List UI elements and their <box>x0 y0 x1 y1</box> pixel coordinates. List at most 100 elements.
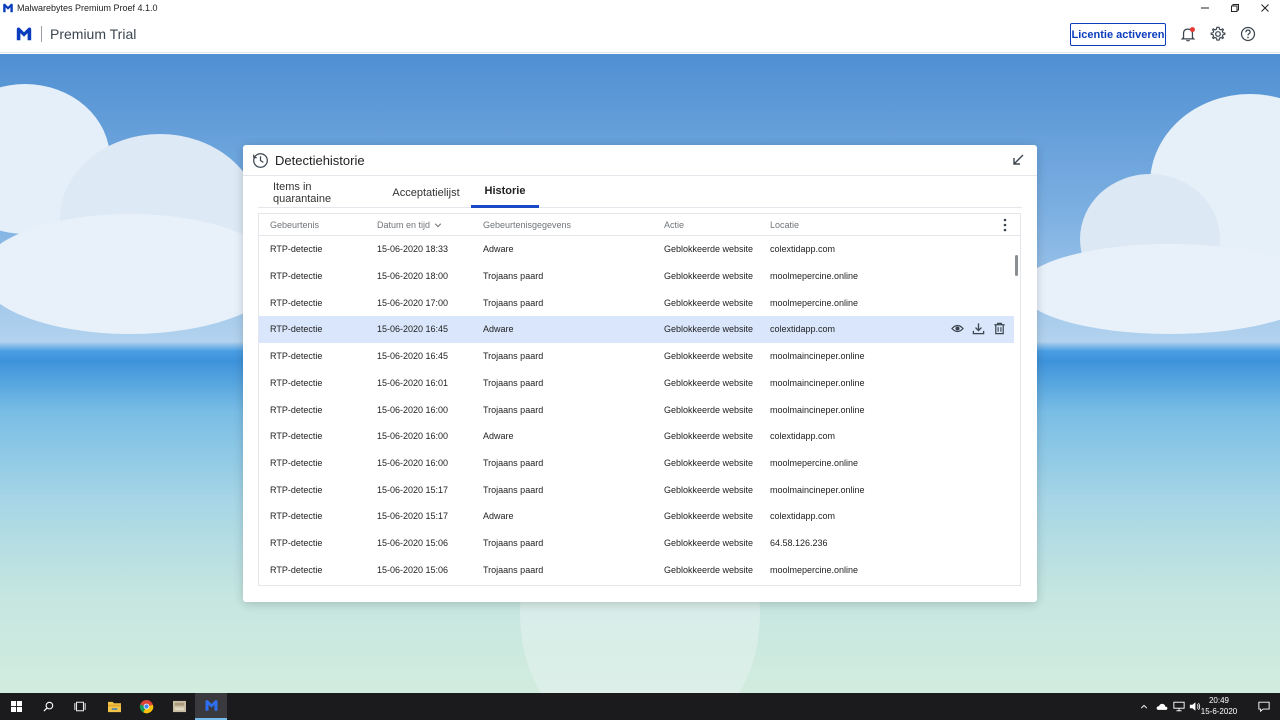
more-options-icon[interactable] <box>1002 218 1008 232</box>
table-row[interactable]: RTP-detectie 15-06-2020 15:06 Trojaans paa… <box>259 556 1014 583</box>
table-row[interactable]: RTP-detectie 15-06-2020 16:45 Trojaans paa… <box>259 343 1014 370</box>
notification-center-icon <box>1258 701 1270 712</box>
chrome-icon <box>139 699 153 714</box>
eye-icon[interactable] <box>951 322 964 337</box>
cell-location: moolmepercine.online <box>770 271 859 282</box>
download-icon[interactable] <box>972 322 985 337</box>
notification-bell-icon <box>1180 27 1196 42</box>
task-view-button[interactable] <box>64 693 96 720</box>
history-table: Gebeurtenis Datum en tijd Gebeurtenisgeg… <box>258 213 1021 586</box>
cell-location: moolmepercine.online <box>770 297 859 308</box>
table-row[interactable]: RTP-detectie 15-06-2020 15:17 Adware Geblok… <box>259 503 1014 530</box>
restore-button[interactable] <box>1220 0 1250 16</box>
cell-event: RTP-detectie <box>270 271 323 282</box>
taskbar-file-explorer[interactable] <box>98 693 130 720</box>
cell-event: RTP-detectie <box>270 484 323 495</box>
dialog-title: Detectiehistorie <box>275 152 365 168</box>
taskbar-clock[interactable]: 20:49 15-6-2020 <box>1196 695 1242 719</box>
column-header-event[interactable]: Gebeurtenis <box>270 214 319 236</box>
column-header-datetime-label: Datum en tijd <box>377 220 431 230</box>
cell-action: Geblokkeerde website <box>664 484 754 495</box>
cell-datetime: 15-06-2020 15:06 <box>377 564 449 575</box>
notifications-button[interactable] <box>1179 25 1197 43</box>
cell-event: RTP-detectie <box>270 538 323 549</box>
table-row[interactable]: RTP-detectie 15-06-2020 15:06 Trojaans paa… <box>259 530 1014 557</box>
help-button[interactable] <box>1239 25 1257 43</box>
cell-action: Geblokkeerde website <box>664 297 754 308</box>
collapse-arrow-icon[interactable] <box>1011 153 1025 167</box>
cell-datetime: 15-06-2020 15:17 <box>377 511 449 522</box>
cell-event: RTP-detectie <box>270 244 323 255</box>
minimize-button[interactable] <box>1190 0 1220 16</box>
app-header: Premium Trial Licentie activeren <box>0 16 1280 53</box>
taskbar-malwarebytes[interactable] <box>195 693 227 720</box>
activate-license-button[interactable]: Licentie activeren <box>1070 23 1166 46</box>
network-icon[interactable] <box>1173 701 1185 712</box>
taskbar-time: 20:49 <box>1208 696 1230 705</box>
cell-event: RTP-detectie <box>270 431 323 442</box>
taskbar-search-button[interactable] <box>32 693 64 720</box>
tab-history[interactable]: Historie <box>471 177 539 208</box>
table-row[interactable]: RTP-detectie 15-06-2020 16:01 Trojaans paa… <box>259 370 1014 397</box>
cell-details: Trojaans paard <box>483 404 544 415</box>
table-row[interactable]: RTP-detectie 15-06-2020 15:17 Trojaans paa… <box>259 476 1014 503</box>
tab-allow-list[interactable]: Acceptatielijst <box>392 177 459 208</box>
cell-location: colextidapp.com <box>770 324 836 335</box>
table-scrollbar[interactable] <box>1014 236 1020 585</box>
column-header-details[interactable]: Gebeurtenisgegevens <box>483 214 571 236</box>
cell-location: colextidapp.com <box>770 431 836 442</box>
chevron-up-icon[interactable] <box>1140 703 1148 711</box>
close-button[interactable] <box>1250 0 1280 16</box>
cell-location: moolmepercine.online <box>770 564 859 575</box>
cell-details: Adware <box>483 431 514 442</box>
cell-location: moolmepercine.online <box>770 457 859 468</box>
action-center-button[interactable] <box>1248 693 1280 720</box>
cell-details: Adware <box>483 244 514 255</box>
table-row[interactable]: RTP-detectie 15-06-2020 16:00 Trojaans paa… <box>259 396 1014 423</box>
cell-datetime: 15-06-2020 16:00 <box>377 404 449 415</box>
table-row[interactable]: RTP-detectie 15-06-2020 18:00 Trojaans paa… <box>259 263 1014 290</box>
cell-datetime: 15-06-2020 16:00 <box>377 457 449 468</box>
dialog-tabs: Items in quarantaine Acceptatielijst His… <box>258 177 1022 208</box>
scrollbar-thumb[interactable] <box>1015 255 1018 276</box>
table-row[interactable]: RTP-detectie 15-06-2020 18:33 Adware Geblok… <box>259 236 1014 263</box>
trash-icon[interactable] <box>993 322 1006 337</box>
restore-icon <box>1231 4 1239 12</box>
cell-datetime: 15-06-2020 15:17 <box>377 484 449 495</box>
start-button[interactable] <box>0 693 32 720</box>
settings-button[interactable] <box>1209 25 1227 43</box>
cell-details: Trojaans paard <box>483 538 544 549</box>
column-header-action[interactable]: Actie <box>664 214 684 236</box>
search-icon <box>42 701 53 712</box>
table-row[interactable]: RTP-detectie 15-06-2020 16:00 Adware Geblok… <box>259 423 1014 450</box>
column-header-location[interactable]: Locatie <box>770 214 799 236</box>
onedrive-cloud-icon[interactable] <box>1156 702 1168 711</box>
file-explorer-icon <box>107 701 121 713</box>
table-header: Gebeurtenis Datum en tijd Gebeurtenisgeg… <box>259 214 1020 236</box>
minimize-icon <box>1201 7 1209 9</box>
table-row[interactable]: RTP-detectie 15-06-2020 17:00 Trojaans paa… <box>259 289 1014 316</box>
cell-event: RTP-detectie <box>270 351 323 362</box>
cell-datetime: 15-06-2020 16:01 <box>377 377 449 388</box>
taskbar-chrome[interactable] <box>130 693 162 720</box>
table-row[interactable]: RTP-detectie 15-06-2020 16:00 Trojaans paa… <box>259 450 1014 477</box>
task-view-icon <box>74 701 86 712</box>
cell-action: Geblokkeerde website <box>664 324 754 335</box>
column-header-datetime[interactable]: Datum en tijd <box>377 214 442 236</box>
windows-start-icon <box>10 701 22 712</box>
cell-datetime: 15-06-2020 18:00 <box>377 271 449 282</box>
cell-event: RTP-detectie <box>270 511 323 522</box>
cell-location: colextidapp.com <box>770 511 836 522</box>
tab-quarantine[interactable]: Items in quarantaine <box>273 177 365 208</box>
cell-details: Adware <box>483 324 514 335</box>
cell-action: Geblokkeerde website <box>664 404 754 415</box>
table-row[interactable]: RTP-detectie 15-06-2020 16:45 Adware Geblok… <box>259 316 1014 343</box>
cell-datetime: 15-06-2020 18:33 <box>377 244 449 255</box>
cell-details: Trojaans paard <box>483 271 544 282</box>
cell-action: Geblokkeerde website <box>664 244 754 255</box>
cell-location: colextidapp.com <box>770 244 836 255</box>
taskbar-image-app[interactable] <box>163 693 195 720</box>
cell-action: Geblokkeerde website <box>664 538 754 549</box>
history-clock-icon <box>253 152 268 168</box>
cell-action: Geblokkeerde website <box>664 351 754 362</box>
